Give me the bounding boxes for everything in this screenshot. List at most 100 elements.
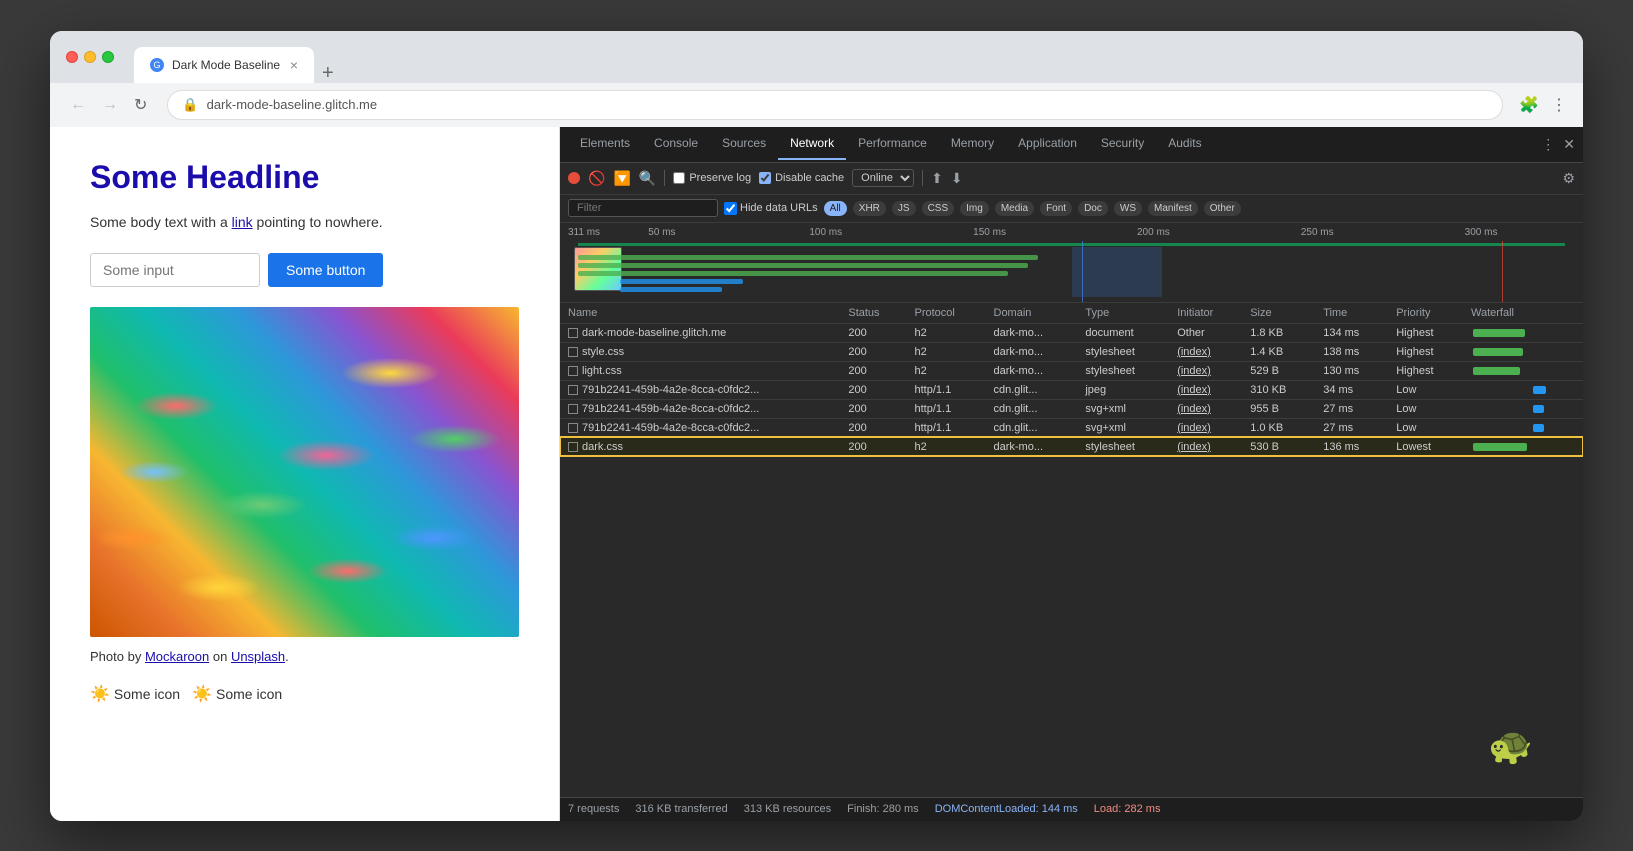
clear-icon[interactable]: 🚫 [588,170,605,187]
cell-waterfall-5 [1463,418,1583,437]
cell-name-3: 791b2241-459b-4a2e-8cca-c0fdc2... [560,380,840,399]
table-row[interactable]: dark-mode-baseline.glitch.me 200 h2 dark… [560,323,1583,342]
col-header-waterfall[interactable]: Waterfall [1463,303,1583,324]
browser-window: G Dark Mode Baseline × + ← → ↻ 🔒 dark-mo… [50,31,1583,821]
maximize-button[interactable] [102,51,114,63]
address-input[interactable]: 🔒 dark-mode-baseline.glitch.me [167,90,1503,120]
cell-domain-6: dark-mo... [986,437,1078,456]
tab-network[interactable]: Network [778,128,846,160]
col-header-name[interactable]: Name [560,303,840,324]
filter-ws-button[interactable]: WS [1114,201,1142,216]
cell-protocol-0: h2 [907,323,986,342]
col-header-priority[interactable]: Priority [1388,303,1463,324]
filter-manifest-button[interactable]: Manifest [1148,201,1198,216]
col-header-domain[interactable]: Domain [986,303,1078,324]
tab-application[interactable]: Application [1006,128,1089,160]
tl-label-3: 200 ms [1071,227,1235,238]
forward-button[interactable]: → [98,92,122,118]
disable-cache-checkbox[interactable] [759,172,771,184]
back-button[interactable]: ← [66,92,90,118]
col-header-protocol[interactable]: Protocol [907,303,986,324]
cell-time-4: 27 ms [1315,399,1388,418]
tab-console[interactable]: Console [642,128,710,160]
photo-credit-link-mockaroon[interactable]: Mockaroon [145,649,209,664]
extensions-icon[interactable]: 🧩 [1519,95,1539,115]
cell-initiator-4[interactable]: (index) [1169,399,1242,418]
status-dom-content-loaded: DOMContentLoaded: 144 ms [935,803,1078,815]
filter-all-button[interactable]: All [824,201,847,216]
reload-button[interactable]: ↻ [130,91,151,119]
close-button[interactable] [66,51,78,63]
table-row[interactable]: light.css 200 h2 dark-mo... stylesheet (… [560,361,1583,380]
cell-initiator-1[interactable]: (index) [1169,342,1242,361]
devtools-more-icon[interactable]: ⋮ [1541,136,1555,153]
cell-waterfall-6 [1463,437,1583,456]
preserve-log-checkbox[interactable] [673,172,685,184]
devtools-network-content: 311 ms 50 ms 100 ms 150 ms 200 ms 250 ms… [560,223,1583,797]
cell-initiator-5[interactable]: (index) [1169,418,1242,437]
throttle-select[interactable]: Online [852,169,914,187]
cell-status-6: 200 [840,437,906,456]
tab-performance[interactable]: Performance [846,128,939,160]
filter-img-button[interactable]: Img [960,201,989,216]
tab-audits[interactable]: Audits [1156,128,1213,160]
tab-sources[interactable]: Sources [710,128,778,160]
download-icon[interactable]: ⬇ [951,170,963,187]
tab-memory[interactable]: Memory [939,128,1006,160]
cell-time-5: 27 ms [1315,418,1388,437]
nav-buttons: ← → ↻ [66,91,151,119]
tab-close-button[interactable]: × [290,57,298,73]
tab-favicon: G [150,58,164,72]
table-row[interactable]: dark.css 200 h2 dark-mo... stylesheet (i… [560,437,1583,456]
page-button[interactable]: Some button [268,253,383,287]
filter-css-button[interactable]: CSS [922,201,955,216]
table-row[interactable]: style.css 200 h2 dark-mo... stylesheet (… [560,342,1583,361]
page-input[interactable] [90,253,260,287]
filter-icon[interactable]: 🔽 [613,170,630,187]
devtools-table-container[interactable]: Name Status Protocol Domain Type Initiat… [560,303,1583,797]
photo-credit-link-unsplash[interactable]: Unsplash [231,649,285,664]
col-header-status[interactable]: Status [840,303,906,324]
icon-label-2: Some icon [216,686,282,702]
titlebar: G Dark Mode Baseline × + [50,31,1583,83]
tab-security[interactable]: Security [1089,128,1156,160]
record-button[interactable] [568,172,580,184]
hide-data-urls-checkbox[interactable] [724,202,737,215]
tl-label-0: 50 ms [580,227,744,238]
filter-doc-button[interactable]: Doc [1078,201,1108,216]
cell-initiator-6[interactable]: (index) [1169,437,1242,456]
search-icon[interactable]: 🔍 [639,170,656,187]
settings-icon[interactable]: ⚙ [1562,170,1575,187]
table-row[interactable]: 791b2241-459b-4a2e-8cca-c0fdc2... 200 ht… [560,399,1583,418]
minimize-button[interactable] [84,51,96,63]
icon-label-1: Some icon [114,686,180,702]
col-header-size[interactable]: Size [1242,303,1315,324]
filter-font-button[interactable]: Font [1040,201,1072,216]
col-header-time[interactable]: Time [1315,303,1388,324]
upload-icon[interactable]: ⬆ [931,170,943,187]
cell-waterfall-3 [1463,380,1583,399]
filter-input[interactable] [568,199,718,217]
new-tab-button[interactable]: + [314,63,342,83]
cell-initiator-3[interactable]: (index) [1169,380,1242,399]
disable-cache-label: Disable cache [759,172,844,184]
cell-initiator-2[interactable]: (index) [1169,361,1242,380]
tab-elements[interactable]: Elements [568,128,642,160]
cell-size-0: 1.8 KB [1242,323,1315,342]
filter-other-button[interactable]: Other [1204,201,1241,216]
cell-status-5: 200 [840,418,906,437]
cell-type-2: stylesheet [1077,361,1169,380]
cell-waterfall-1 [1463,342,1583,361]
filter-js-button[interactable]: JS [892,201,916,216]
col-header-type[interactable]: Type [1077,303,1169,324]
cell-name-5: 791b2241-459b-4a2e-8cca-c0fdc2... [560,418,840,437]
active-tab[interactable]: G Dark Mode Baseline × [134,47,314,83]
col-header-initiator[interactable]: Initiator [1169,303,1242,324]
page-link[interactable]: link [232,214,253,230]
table-row[interactable]: 791b2241-459b-4a2e-8cca-c0fdc2... 200 ht… [560,418,1583,437]
table-row[interactable]: 791b2241-459b-4a2e-8cca-c0fdc2... 200 ht… [560,380,1583,399]
devtools-close-icon[interactable]: ✕ [1563,136,1575,153]
filter-xhr-button[interactable]: XHR [853,201,886,216]
filter-media-button[interactable]: Media [995,201,1034,216]
menu-icon[interactable]: ⋮ [1551,95,1567,115]
